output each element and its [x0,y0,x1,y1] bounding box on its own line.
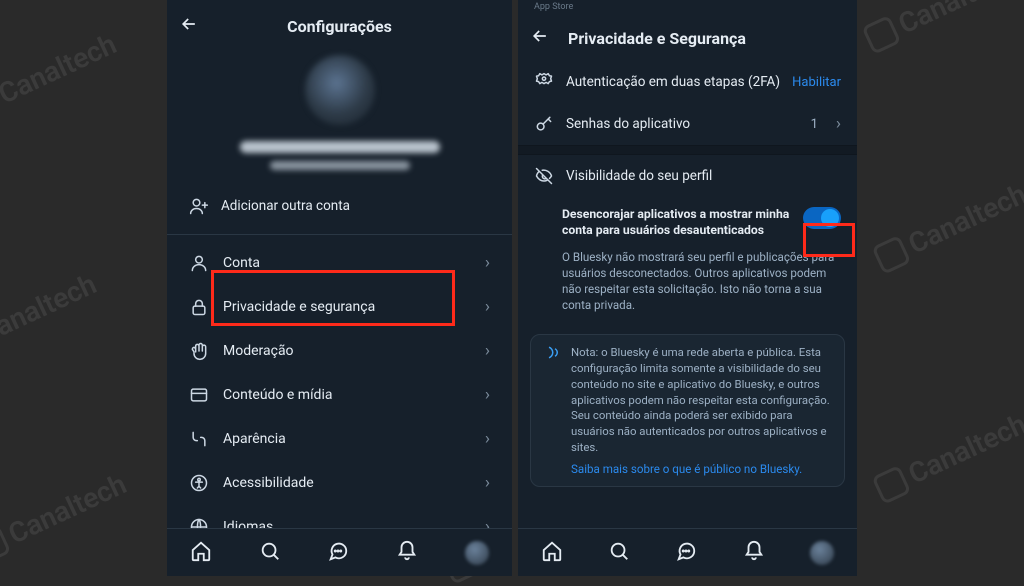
app-passwords-label: Senhas do aplicativo [566,116,799,133]
menu-label: Idiomas [223,519,471,528]
bell-icon[interactable] [396,540,418,566]
chevron-right-icon: › [836,114,841,134]
privacy-screen: App Store Privacidade e Segurança Autent… [512,0,857,576]
note-learn-more-link[interactable]: Saiba mais sobre o que é público no Blue… [571,456,832,476]
profile-header [167,49,512,182]
discourage-description: O Bluesky não mostrará seu perfil e publ… [518,243,857,326]
discourage-toggle-label: Desencorajar aplicativos a mostrar minha… [562,207,791,239]
menu-item-idiomas[interactable]: Idiomas › [167,505,512,528]
chevron-right-icon: › [485,253,490,273]
lock-icon [189,297,209,317]
bottom-nav [167,528,512,576]
chevron-right-icon: › [485,341,490,361]
back-button[interactable] [530,26,550,51]
twofa-enable-link[interactable]: Habilitar [792,75,841,90]
menu-item-moderacao[interactable]: Moderação › [167,329,512,373]
hand-icon [189,341,209,361]
profile-handle-blurred [270,161,410,170]
chevron-right-icon: › [485,517,490,528]
menu-item-acessibilidade[interactable]: Acessibilidade › [167,461,512,505]
search-icon[interactable] [259,540,281,566]
menu-label: Privacidade e segurança [223,299,471,315]
menu-item-aparencia[interactable]: Aparência › [167,417,512,461]
menu-item-conta[interactable]: Conta › [167,241,512,285]
menu-label: Acessibilidade [223,475,471,491]
chevron-right-icon: › [485,385,490,405]
user-icon [189,253,209,273]
chevron-right-icon: › [485,473,490,493]
chat-icon[interactable] [327,540,349,566]
twofa-row[interactable]: Autenticação em duas etapas (2FA) Habili… [518,61,857,103]
discourage-toggle[interactable] [803,207,841,229]
key-icon [534,114,554,134]
appearance-icon [189,429,209,449]
settings-menu: Conta › Privacidade e segurança › Modera… [167,235,512,528]
menu-label: Conta [223,255,471,271]
add-account-label: Adicionar outra conta [221,198,350,214]
section-divider [518,145,857,155]
chevron-right-icon: › [485,297,490,317]
app-passwords-row[interactable]: Senhas do aplicativo 1 › [518,103,857,145]
nav-avatar[interactable] [810,541,834,565]
chevron-right-icon: › [485,429,490,449]
back-button[interactable] [179,14,199,39]
note-box: Nota: o Bluesky é uma rede aberta e públ… [530,334,845,488]
menu-label: Conteúdo e mídia [223,387,471,403]
page-title: Configurações [213,17,466,36]
menu-label: Moderação [223,343,471,359]
nav-avatar[interactable] [465,541,489,565]
media-icon [189,385,209,405]
accessibility-icon [189,473,209,493]
eye-off-icon [534,166,554,186]
visibility-label: Visibilidade do seu perfil [566,168,841,185]
add-user-icon [189,196,209,216]
search-icon[interactable] [608,540,630,566]
gear-badge-icon [534,72,554,92]
settings-screen: Configurações Adicionar outra conta Cont… [167,0,512,576]
visibility-header: Visibilidade do seu perfil [518,155,857,197]
menu-item-conteudo[interactable]: Conteúdo e mídia › [167,373,512,417]
home-icon[interactable] [190,540,212,566]
twofa-label: Autenticação em duas etapas (2FA) [566,74,780,91]
chat-icon[interactable] [675,540,697,566]
menu-item-privacidade[interactable]: Privacidade e segurança › [167,285,512,329]
menu-label: Aparência [223,431,471,447]
add-account-row[interactable]: Adicionar outra conta [167,182,512,235]
page-title: Privacidade e Segurança [568,29,845,48]
app-passwords-count: 1 [811,117,818,132]
speech-icon [543,345,561,477]
bottom-nav [518,528,857,576]
avatar[interactable] [305,55,375,125]
home-icon[interactable] [541,540,563,566]
globe-icon [189,517,209,528]
note-text: Nota: o Bluesky é uma rede aberta e públ… [571,345,832,457]
profile-name-blurred [240,141,440,153]
app-store-hint: App Store [518,0,857,12]
bell-icon[interactable] [743,540,765,566]
